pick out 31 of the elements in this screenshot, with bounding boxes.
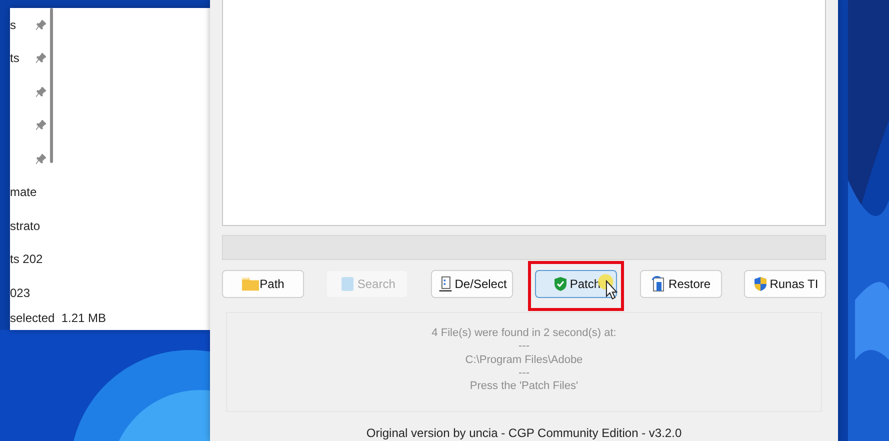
scrollbar[interactable] [50, 8, 53, 163]
pin-icon [36, 86, 46, 97]
folder-name[interactable]: ts 202 [10, 252, 43, 266]
log-text: --- [518, 366, 530, 380]
shield-icon [552, 276, 569, 292]
log-text: 4 File(s) were found in 2 second(s) at: [432, 327, 616, 340]
restore-button[interactable]: Restore [640, 270, 722, 298]
list-button[interactable]: De/Select [430, 270, 513, 298]
folder-name[interactable]: 023 [10, 286, 30, 300]
status-text: selected 1.21 MB [10, 311, 106, 325]
cursor-icon [598, 274, 620, 300]
path-button[interactable]: Path [222, 270, 304, 298]
pin-icon [36, 120, 46, 130]
document-icon [339, 276, 356, 292]
log-text: C:\Program Files\Adobe [465, 354, 583, 367]
shield-icon [752, 276, 769, 292]
log-text: --- [518, 340, 530, 354]
log-text: Press the 'Patch Files' [470, 380, 578, 394]
uac-button[interactable]: Runas TI [744, 270, 826, 298]
list-icon [436, 276, 454, 292]
pin-icon [36, 53, 46, 64]
folder-name[interactable]: mate [10, 185, 37, 200]
folder-name[interactable]: s [10, 18, 16, 32]
version-text: Original version by uncia - CGP Community Edition - v3.2.0 [366, 426, 682, 440]
folder-name[interactable]: strato [10, 218, 40, 233]
patch-button[interactable]: Patch [535, 270, 618, 298]
pin-icon [36, 154, 46, 164]
folder-name[interactable]: ts [10, 51, 20, 66]
pin-icon [36, 20, 46, 30]
file-list[interactable] [222, 0, 826, 226]
folder-icon [242, 276, 259, 292]
